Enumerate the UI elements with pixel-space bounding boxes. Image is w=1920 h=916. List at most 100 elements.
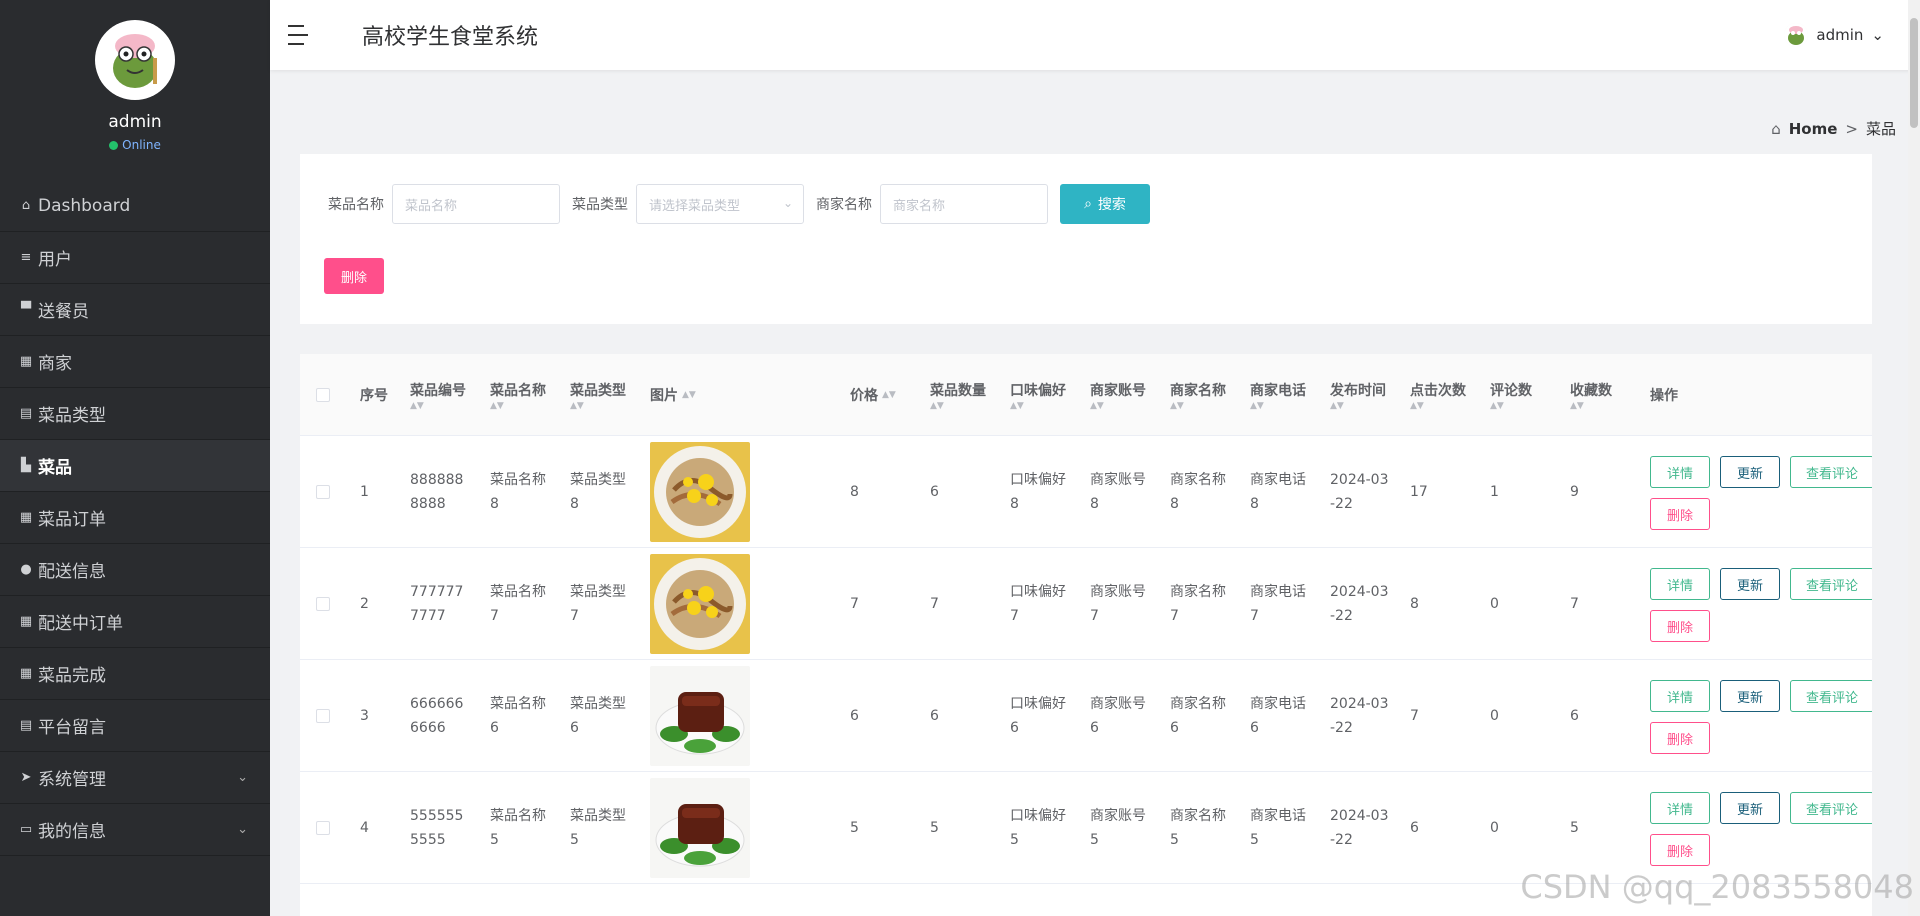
cell-type: 菜品类型5 — [570, 808, 626, 848]
home-icon: ⌂ — [21, 198, 31, 213]
cell-merchant-name: 商家名称7 — [1170, 584, 1226, 624]
sort-icon: ▲▼ — [410, 400, 424, 411]
view-comments-button[interactable]: 查看评论 — [1790, 792, 1872, 824]
row-checkbox[interactable] — [316, 772, 330, 884]
cell-merchant-account: 商家账号8 — [1090, 472, 1146, 512]
menu-toggle-icon[interactable] — [288, 25, 312, 45]
col-merchant-account-label: 商家账号 — [1090, 382, 1146, 399]
cell-price: 6 — [850, 708, 859, 724]
detail-button[interactable]: 详情 — [1650, 568, 1710, 600]
col-clicks[interactable]: 点击次数 ▲▼ — [1410, 354, 1466, 436]
col-merchant-phone-label: 商家电话 — [1250, 382, 1306, 399]
card-icon: ▭ — [19, 822, 33, 837]
view-comments-button[interactable]: 查看评论 — [1790, 680, 1872, 712]
sidebar-item-delivery-info[interactable]: ● 配送信息 — [0, 544, 270, 596]
update-button[interactable]: 更新 — [1720, 568, 1780, 600]
col-taste[interactable]: 口味偏好 ▲▼ — [1010, 354, 1066, 436]
table-row: 2 7777777777 菜品名称7 菜品类型7 7 7 口味偏好7 商家账号7 商家名称7 商家… — [300, 548, 1872, 660]
row-checkbox[interactable] — [316, 660, 330, 772]
sidebar-item-users[interactable]: ≡ 用户 — [0, 232, 270, 284]
breadcrumb-current: 菜品 — [1865, 120, 1896, 138]
col-favorites[interactable]: 收藏数 ▲▼ — [1570, 354, 1612, 436]
delete-button[interactable]: 删除 — [1650, 498, 1710, 530]
sidebar-item-couriers[interactable]: ▀ 送餐员 — [0, 284, 270, 336]
col-merchant-name-label: 商家名称 — [1170, 382, 1226, 399]
page-scrollbar[interactable] — [1908, 0, 1920, 916]
detail-button[interactable]: 详情 — [1650, 792, 1710, 824]
dish-type-label: 菜品类型 — [572, 197, 628, 213]
user-name: admin — [1816, 26, 1864, 44]
col-code[interactable]: 菜品编号 ▲▼ — [410, 354, 466, 436]
sidebar-item-my-info[interactable]: ▭ 我的信息 ⌄ — [0, 804, 270, 856]
update-button[interactable]: 更新 — [1720, 792, 1780, 824]
col-actions: 操作 — [1650, 388, 1678, 404]
user-menu[interactable]: admin ⌄ — [1784, 23, 1884, 47]
sort-icon: ▲▼ — [570, 400, 584, 411]
dish-name-input[interactable]: 菜品名称 — [392, 184, 560, 224]
sidebar-item-system[interactable]: ➤ 系统管理 ⌄ — [0, 752, 270, 804]
sidebar-item-dishes[interactable]: ▙ 菜品 — [0, 440, 270, 492]
delete-button[interactable]: 删除 — [1650, 722, 1710, 754]
sort-icon: ▲▼ — [1410, 400, 1424, 411]
cell-publish-time: 2024-03-22 — [1330, 584, 1389, 624]
cell-type: 菜品类型8 — [570, 472, 626, 512]
col-merchant-phone[interactable]: 商家电话 ▲▼ — [1250, 354, 1306, 436]
sidebar-item-label: 配送信息 — [38, 562, 106, 582]
col-clicks-label: 点击次数 — [1410, 382, 1466, 399]
cell-publish-time: 2024-03-22 — [1330, 696, 1389, 736]
view-comments-button[interactable]: 查看评论 — [1790, 456, 1872, 488]
cell-merchant-phone: 商家电话8 — [1250, 472, 1306, 512]
cell-merchant-name: 商家名称8 — [1170, 472, 1226, 512]
pin-icon: ● — [20, 562, 32, 577]
table-body: 1 8888888888 菜品名称8 菜品类型8 8 6 口味偏好8 商家账号8 商家名称8 商家… — [300, 436, 1872, 884]
col-type[interactable]: 菜品类型 ▲▼ — [570, 354, 626, 436]
update-button[interactable]: 更新 — [1720, 456, 1780, 488]
col-comments[interactable]: 评论数 ▲▼ — [1490, 354, 1532, 436]
col-image-label: 图片 — [650, 388, 678, 404]
merchant-name-input[interactable]: 商家名称 — [880, 184, 1048, 224]
col-merchant-account[interactable]: 商家账号 ▲▼ — [1090, 354, 1146, 436]
sidebar-item-dish-completed[interactable]: ▦ 菜品完成 — [0, 648, 270, 700]
cell-merchant-account: 商家账号6 — [1090, 696, 1146, 736]
batch-delete-button[interactable]: 删除 — [324, 258, 384, 294]
dish-type-select[interactable]: 请选择菜品类型 ⌄ — [636, 184, 804, 224]
online-dot-icon — [109, 140, 119, 150]
col-image[interactable]: 图片 ▲▼ — [650, 354, 696, 436]
cell-quantity: 5 — [930, 820, 939, 836]
sidebar-item-merchants[interactable]: ▦ 商家 — [0, 336, 270, 388]
row-checkbox[interactable] — [316, 548, 330, 660]
sidebar-item-dish-types[interactable]: ▤ 菜品类型 — [0, 388, 270, 440]
search-row: 菜品名称 菜品名称 菜品类型 请选择菜品类型 ⌄ 商家名称 商家名称 ⌕ 搜索 — [328, 184, 1150, 224]
grid-icon: ▦ — [19, 614, 33, 629]
online-status: Online — [109, 138, 161, 152]
col-merchant-name[interactable]: 商家名称 ▲▼ — [1170, 354, 1226, 436]
col-name[interactable]: 菜品名称 ▲▼ — [490, 354, 546, 436]
col-quantity[interactable]: 菜品数量 ▲▼ — [930, 354, 986, 436]
col-favorites-label: 收藏数 — [1570, 382, 1612, 399]
breadcrumb-home[interactable]: Home — [1789, 120, 1838, 138]
select-all-checkbox[interactable] — [316, 354, 330, 436]
sidebar-item-delivering-orders[interactable]: ▦ 配送中订单 — [0, 596, 270, 648]
row-checkbox[interactable] — [316, 436, 330, 548]
dish-image — [650, 436, 750, 548]
sidebar-item-dashboard[interactable]: ⌂ Dashboard — [0, 180, 270, 232]
cell-name: 菜品名称5 — [490, 808, 546, 848]
avatar[interactable] — [95, 20, 175, 100]
cell-type: 菜品类型7 — [570, 584, 626, 624]
update-button[interactable]: 更新 — [1720, 680, 1780, 712]
cell-taste: 口味偏好6 — [1010, 696, 1066, 736]
cell-merchant-name: 商家名称5 — [1170, 808, 1226, 848]
search-button[interactable]: ⌕ 搜索 — [1060, 184, 1150, 224]
detail-button[interactable]: 详情 — [1650, 680, 1710, 712]
view-comments-button[interactable]: 查看评论 — [1790, 568, 1872, 600]
sidebar-item-dish-orders[interactable]: ▦ 菜品订单 — [0, 492, 270, 544]
sidebar-item-label: 配送中订单 — [38, 614, 123, 634]
delete-button[interactable]: 删除 — [1650, 610, 1710, 642]
profile-name: admin — [108, 112, 162, 132]
table-row: 1 8888888888 菜品名称8 菜品类型8 8 6 口味偏好8 商家账号8 商家名称8 商家… — [300, 436, 1872, 548]
sidebar-item-messages[interactable]: ▤ 平台留言 — [0, 700, 270, 752]
detail-button[interactable]: 详情 — [1650, 456, 1710, 488]
delete-button[interactable]: 删除 — [1650, 834, 1710, 866]
col-publish-time[interactable]: 发布时间 ▲▼ — [1330, 354, 1386, 436]
col-price[interactable]: 价格 ▲▼ — [850, 354, 896, 436]
